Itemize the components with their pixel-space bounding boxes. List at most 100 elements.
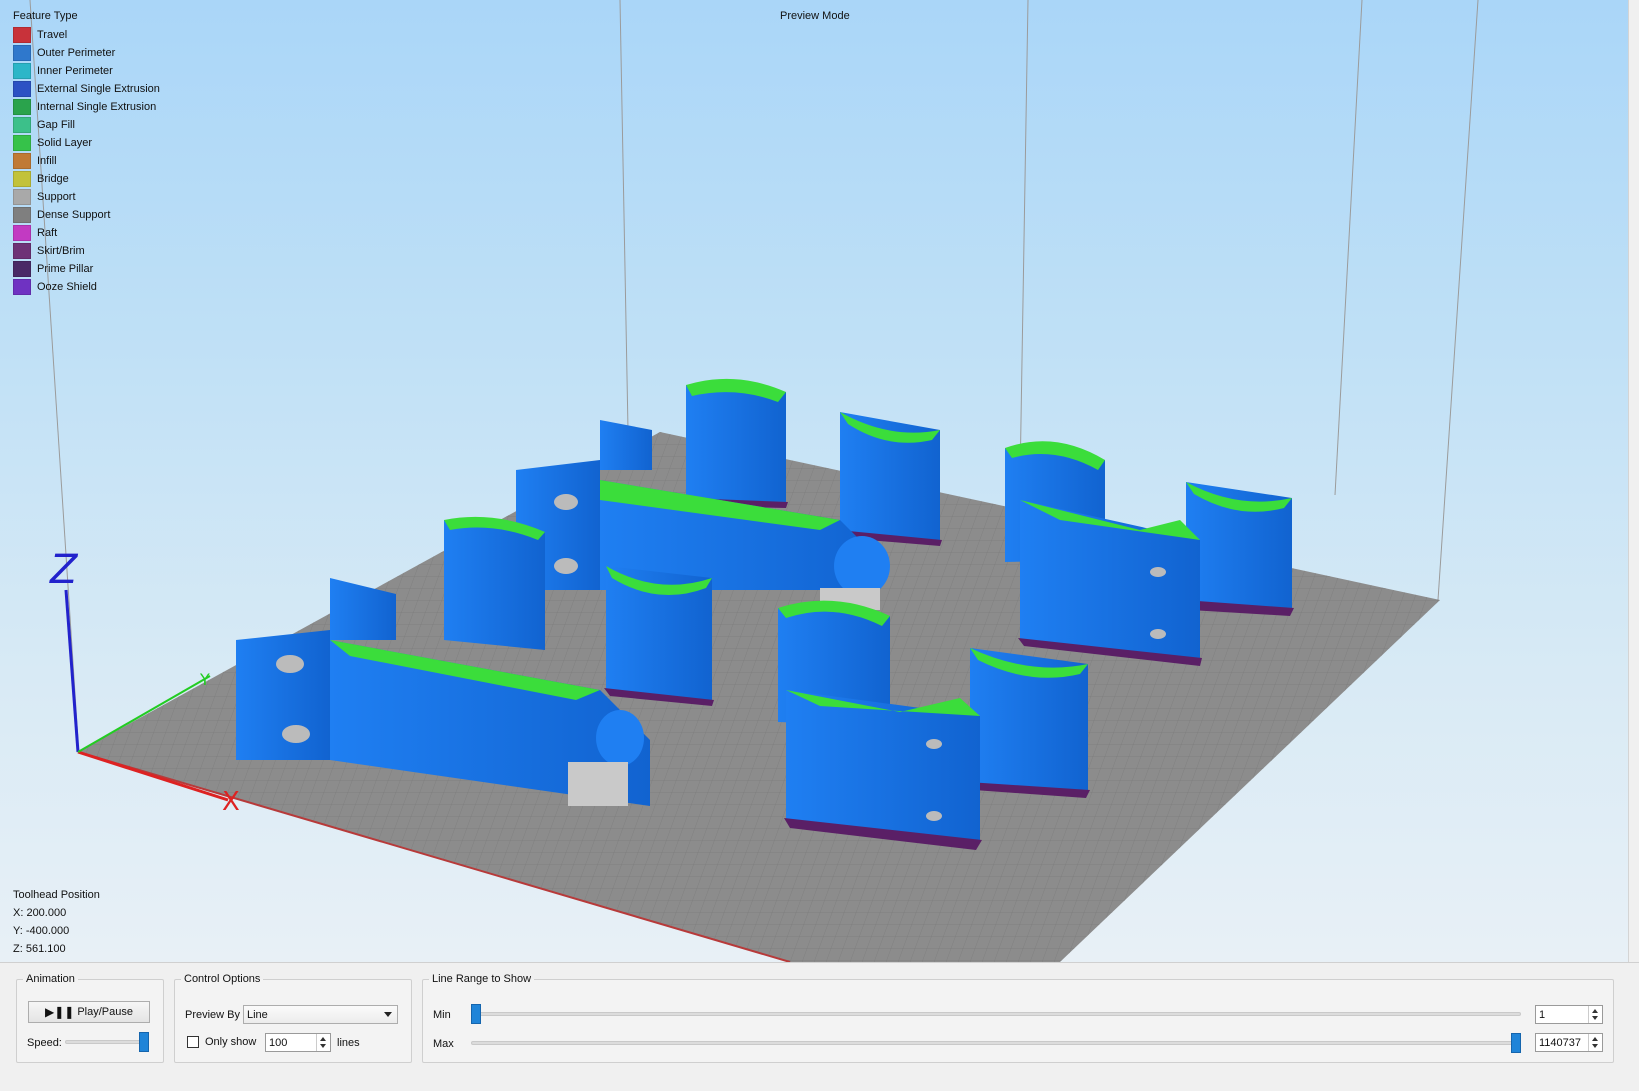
legend-item: Ooze Shield — [13, 278, 160, 296]
legend-item-label: Solid Layer — [37, 137, 93, 149]
legend-item-label: Inner Perimeter — [37, 65, 113, 77]
legend-swatch — [13, 207, 31, 223]
part-arch-middle — [604, 566, 714, 706]
legend-item-label: Skirt/Brim — [37, 245, 85, 257]
max-range-handle[interactable] — [1511, 1033, 1521, 1053]
legend-item: Dense Support — [13, 206, 160, 224]
toolhead-z: Z: 561.100 — [13, 943, 66, 955]
play-pause-button[interactable]: ▶❚❚ Play/Pause — [28, 1001, 150, 1023]
only-show-label: Only show — [205, 1036, 257, 1048]
toolhead-title: Toolhead Position — [13, 889, 100, 901]
play-pause-icon: ▶❚❚ — [45, 1005, 75, 1019]
legend-item: Raft — [13, 224, 160, 242]
min-line-value: 1 — [1539, 1008, 1546, 1021]
legend-swatch — [13, 117, 31, 133]
legend-item-label: Raft — [37, 227, 58, 239]
min-line-input[interactable]: 1 — [1535, 1005, 1603, 1024]
legend-swatch — [13, 81, 31, 97]
legend-swatch — [13, 189, 31, 205]
legend-swatch — [13, 243, 31, 259]
legend-item-label: Internal Single Extrusion — [37, 101, 157, 113]
legend-item-label: Outer Perimeter — [37, 47, 116, 59]
preview-by-label: Preview By — [185, 1009, 241, 1021]
max-line-input[interactable]: 1140737 — [1535, 1033, 1603, 1052]
legend-item: Travel — [13, 26, 160, 44]
animation-group: Animation ▶❚❚ Play/Pause Speed: — [16, 973, 164, 1063]
z-axis-label: Z — [49, 547, 79, 593]
animation-group-title: Animation — [26, 973, 75, 985]
lines-label: lines — [337, 1037, 360, 1049]
legend-item-label: Infill — [37, 155, 57, 167]
legend-item-label: Support — [37, 191, 76, 203]
legend-item-label: Travel — [37, 29, 68, 41]
part-arch-back-center — [684, 378, 788, 508]
legend-item: Bridge — [13, 170, 160, 188]
legend-item: Outer Perimeter — [13, 44, 160, 62]
spin-arrows-icon[interactable] — [316, 1034, 330, 1051]
play-pause-label: Play/Pause — [77, 1006, 133, 1018]
spin-arrows-icon[interactable] — [1588, 1034, 1602, 1051]
scene-canvas[interactable]: Z X Y — [0, 0, 1628, 962]
legend-swatch — [13, 171, 31, 187]
legend-item-label: Gap Fill — [37, 119, 75, 131]
max-line-value: 1140737 — [1539, 1036, 1582, 1049]
speed-slider-handle[interactable] — [139, 1032, 149, 1052]
only-show-count-value: 100 — [269, 1036, 288, 1049]
toolhead-position-panel: Toolhead Position X: 200.000 Y: -400.000… — [13, 886, 100, 958]
bottom-control-panel: Animation ▶❚❚ Play/Pause Speed: Control … — [0, 962, 1639, 1091]
toolhead-x: X: 200.000 — [13, 907, 67, 919]
min-range-handle[interactable] — [471, 1004, 481, 1024]
feature-type-legend: Feature Type Travel Outer Perimeter Inner … — [13, 10, 160, 296]
legend-swatch — [13, 153, 31, 169]
part-bracket-right — [1018, 500, 1202, 666]
speed-label: Speed: — [27, 1037, 62, 1049]
legend-swatch — [13, 135, 31, 151]
part-arch-front-right — [968, 648, 1090, 798]
legend-swatch — [13, 63, 31, 79]
spin-arrows-icon[interactable] — [1588, 1006, 1602, 1023]
legend-item-label: Prime Pillar — [37, 263, 94, 275]
vertical-scrollbar[interactable] — [1628, 0, 1639, 962]
legend-item-label: External Single Extrusion — [37, 83, 160, 95]
only-show-checkbox[interactable] — [187, 1036, 199, 1048]
min-label: Min — [433, 1009, 451, 1021]
legend-item: Support — [13, 188, 160, 206]
only-show-count-input[interactable]: 100 — [265, 1033, 331, 1052]
control-options-title: Control Options — [184, 973, 261, 985]
legend-item: External Single Extrusion — [13, 80, 160, 98]
legend-item: Internal Single Extrusion — [13, 98, 160, 116]
legend-items: Travel Outer Perimeter Inner Perimeter Exte… — [13, 26, 160, 296]
part-arch-right-far — [1184, 482, 1294, 616]
legend-title: Feature Type — [13, 10, 78, 22]
legend-swatch — [13, 279, 31, 295]
legend-item: Solid Layer — [13, 134, 160, 152]
legend-swatch — [13, 45, 31, 61]
legend-swatch — [13, 27, 31, 43]
legend-item: Gap Fill — [13, 116, 160, 134]
legend-item: Skirt/Brim — [13, 242, 160, 260]
legend-item: Prime Pillar — [13, 260, 160, 278]
part-bracket-front — [784, 690, 982, 850]
x-axis-label: X — [222, 787, 240, 817]
part-arch-back — [838, 412, 942, 546]
legend-item: Infill — [13, 152, 160, 170]
legend-swatch — [13, 99, 31, 115]
line-range-title: Line Range to Show — [432, 973, 532, 985]
preview-mode-label: Preview Mode — [780, 10, 850, 22]
legend-swatch — [13, 225, 31, 241]
speed-slider-track[interactable] — [65, 1040, 149, 1044]
preview-by-value: Line — [247, 1008, 268, 1021]
line-range-group: Line Range to Show Min 1 Max 1140737 — [422, 973, 1614, 1063]
preview-by-select[interactable]: Line — [243, 1005, 398, 1024]
max-range-track[interactable] — [471, 1041, 1521, 1045]
chevron-down-icon — [384, 1012, 392, 1017]
y-axis-label: Y — [199, 670, 210, 689]
min-range-track[interactable] — [471, 1012, 1521, 1016]
legend-item-label: Dense Support — [37, 209, 111, 221]
toolhead-y: Y: -400.000 — [13, 925, 70, 937]
legend-item-label: Bridge — [37, 173, 69, 185]
legend-item: Inner Perimeter — [13, 62, 160, 80]
legend-swatch — [13, 261, 31, 277]
max-label: Max — [433, 1038, 454, 1050]
3d-preview-viewport[interactable]: Z X Y Preview Mode Feature Type Travel O… — [0, 0, 1628, 962]
